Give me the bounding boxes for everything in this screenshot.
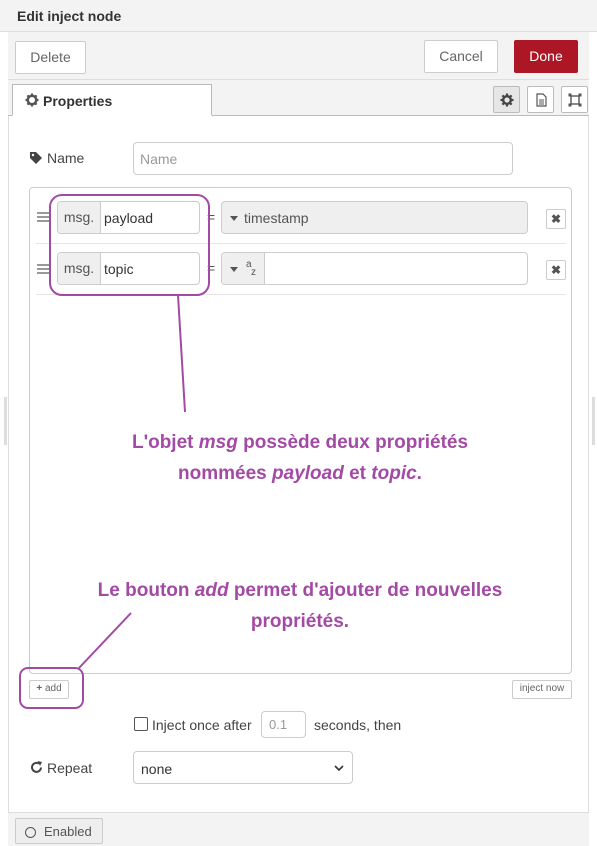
callout-box-add (19, 667, 84, 709)
annotation-properties-note: L'objet msg possède deux propriétés nomm… (131, 432, 469, 484)
annotation-add-note: Le bouton add permet d'ajouter de nouvel… (97, 580, 503, 632)
annotation-overlay (19, 194, 210, 709)
callout-box-properties (49, 194, 210, 296)
callout-line-properties (177, 294, 186, 413)
